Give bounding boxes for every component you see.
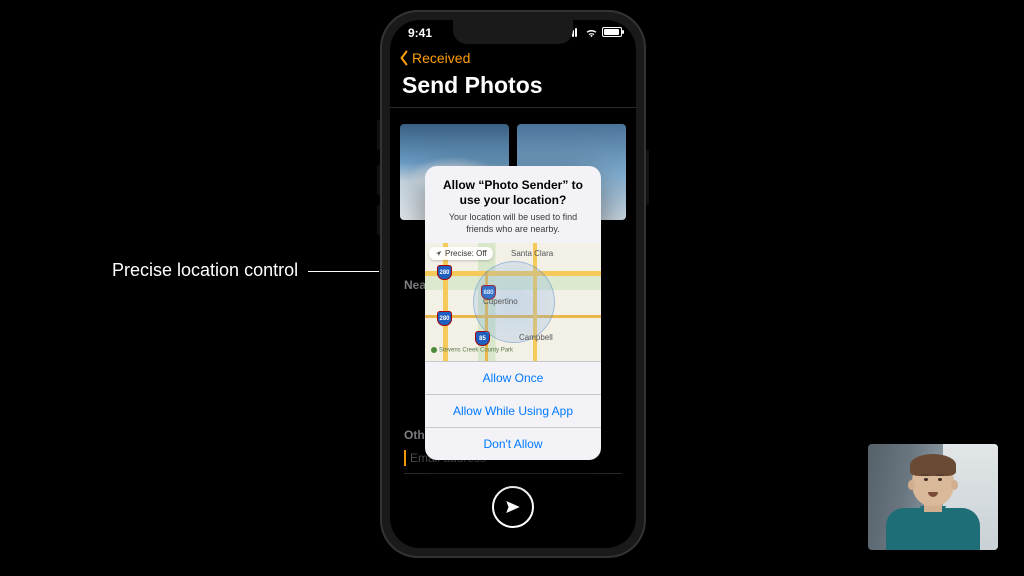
- alert-map-preview: 280 280 880 85 Santa Clara Cupertino Cam…: [425, 243, 601, 361]
- iphone-device-frame: 9:41 Received Send Photos: [380, 10, 646, 558]
- alert-title: Allow “Photo Sender” to use your locatio…: [437, 178, 589, 208]
- wifi-icon: [585, 27, 598, 37]
- map-city-label: Santa Clara: [511, 249, 553, 258]
- presentation-slide: Precise location control 9:41 Received: [0, 0, 1024, 576]
- page-title: Send Photos: [398, 72, 628, 99]
- back-button[interactable]: Received: [398, 50, 628, 66]
- nav-separator: [390, 107, 636, 108]
- paper-plane-icon: [504, 498, 522, 516]
- precise-location-toggle[interactable]: Precise: Off: [429, 247, 493, 260]
- alert-header: Allow “Photo Sender” to use your locatio…: [425, 166, 601, 243]
- alert-message: Your location will be used to find frien…: [437, 212, 589, 235]
- annotation-precise-location: Precise location control: [112, 260, 408, 281]
- presenter-video-thumbnail: [868, 444, 998, 550]
- allow-once-button[interactable]: Allow Once: [425, 361, 601, 394]
- highway-shield-icon: 280: [437, 265, 452, 280]
- precise-toggle-label: Precise: Off: [445, 249, 487, 258]
- status-time: 9:41: [408, 26, 432, 40]
- allow-while-using-button[interactable]: Allow While Using App: [425, 394, 601, 427]
- send-button[interactable]: [492, 486, 534, 528]
- chevron-left-icon: [398, 50, 410, 66]
- highway-shield-icon: 280: [437, 311, 452, 326]
- navigation-bar: Received Send Photos: [390, 50, 636, 108]
- map-city-label: Campbell: [519, 333, 553, 342]
- dont-allow-button[interactable]: Don't Allow: [425, 427, 601, 460]
- iphone-notch: [453, 20, 573, 44]
- battery-icon: [602, 27, 622, 37]
- back-label: Received: [412, 50, 470, 66]
- location-arrow-icon: [435, 250, 442, 257]
- location-permission-alert: Allow “Photo Sender” to use your locatio…: [425, 166, 601, 460]
- alert-buttons: Allow Once Allow While Using App Don't A…: [425, 361, 601, 460]
- annotation-label: Precise location control: [112, 260, 298, 281]
- iphone-screen: 9:41 Received Send Photos: [390, 20, 636, 548]
- status-indicators: [566, 27, 622, 37]
- text-cursor: [404, 450, 406, 466]
- map-park-label: Stevens Creek County Park: [431, 347, 513, 354]
- map-city-label: Cupertino: [483, 297, 518, 306]
